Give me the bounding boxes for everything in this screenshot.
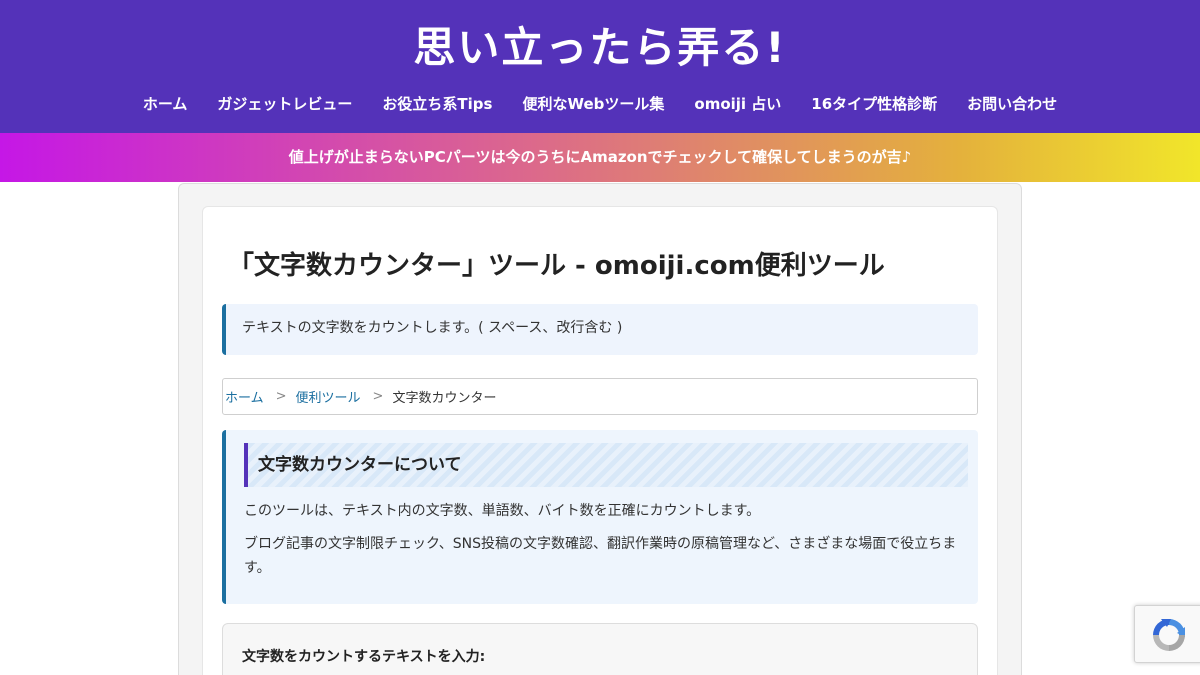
breadcrumb: ホーム > 便利ツール > 文字数カウンター bbox=[222, 378, 978, 415]
about-paragraph-2: ブログ記事の文字制限チェック、SNS投稿の文字数確認、翻訳作業時の原稿管理など、… bbox=[244, 536, 957, 576]
breadcrumb-separator: > bbox=[275, 389, 287, 404]
nav-item-web-tools[interactable]: 便利なWebツール集 bbox=[507, 93, 679, 114]
page-title: 「文字数カウンター」ツール - omoiji.com便利ツール bbox=[228, 251, 885, 281]
site-header: 思い立ったら弄る! ホーム ガジェットレビュー お役立ち系Tips 便利なWeb… bbox=[0, 0, 1200, 133]
recaptcha-badge[interactable] bbox=[1134, 605, 1200, 663]
nav-item-gadget-review[interactable]: ガジェットレビュー bbox=[202, 93, 367, 114]
nav-item-contact[interactable]: お問い合わせ bbox=[952, 93, 1072, 114]
breadcrumb-home-link[interactable]: ホーム bbox=[225, 387, 264, 406]
about-heading: 文字数カウンターについて bbox=[244, 443, 968, 487]
global-nav: ホーム ガジェットレビュー お役立ち系Tips 便利なWebツール集 omoij… bbox=[0, 93, 1200, 114]
about-paragraph-1: このツールは、テキスト内の文字数、単語数、バイト数を正確にカウントします。 bbox=[244, 503, 761, 519]
text-input-section: 文字数をカウントするテキストを入力: bbox=[222, 623, 978, 675]
nav-item-tips[interactable]: お役立ち系Tips bbox=[367, 93, 507, 114]
about-section: 文字数カウンターについて このツールは、テキスト内の文字数、単語数、バイト数を正… bbox=[222, 430, 978, 604]
text-input-label: 文字数をカウントするテキストを入力: bbox=[242, 649, 486, 665]
breadcrumb-current: 文字数カウンター bbox=[392, 391, 497, 406]
recaptcha-icon bbox=[1153, 619, 1185, 651]
nav-item-fortune[interactable]: omoiji 占い bbox=[679, 93, 796, 114]
site-title[interactable]: 思い立ったら弄る! bbox=[0, 14, 1200, 75]
notice-bar[interactable]: 値上げが止まらないPCパーツは今のうちにAmazonでチェックして確保してしまう… bbox=[0, 133, 1200, 182]
breadcrumb-separator: > bbox=[372, 389, 384, 404]
nav-item-personality[interactable]: 16タイプ性格診断 bbox=[796, 93, 952, 114]
nav-item-home[interactable]: ホーム bbox=[128, 93, 203, 114]
description-box: テキストの文字数をカウントします。( スペース、改行含む ) bbox=[222, 304, 978, 355]
breadcrumb-tools-link[interactable]: 便利ツール bbox=[296, 387, 361, 406]
